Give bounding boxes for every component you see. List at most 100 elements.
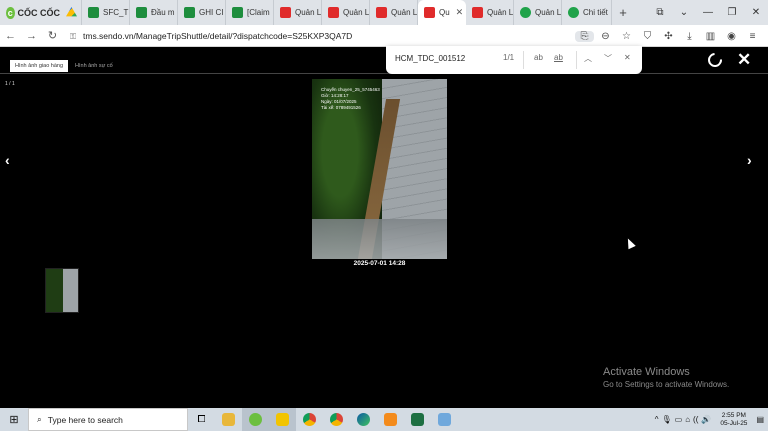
browser-tab[interactable]: Quản L — [274, 0, 322, 25]
find-match-count: 1/1 — [503, 53, 515, 62]
previous-image-icon[interactable]: ‹ — [5, 152, 10, 168]
close-tab-icon[interactable]: ✕ — [456, 7, 464, 18]
browser-tab-label: Quản L — [535, 8, 562, 17]
forward-button[interactable]: → — [21, 30, 42, 42]
viewer-divider — [0, 73, 768, 74]
browser-tab[interactable]: Qu ✕ — [418, 0, 466, 25]
zoom-icon[interactable]: ⊖ — [596, 31, 615, 42]
find-close-icon[interactable]: ✕ — [624, 53, 631, 62]
windows-start-icon[interactable]: ⊞ — [0, 413, 28, 426]
match-case-button[interactable]: ab — [534, 53, 543, 62]
app-icon[interactable] — [431, 408, 458, 431]
browser-tab[interactable]: Quản L — [466, 0, 514, 25]
next-image-icon[interactable]: › — [747, 152, 752, 168]
window-controls: ⧉ ⌄ — ❐ ✕ — [648, 0, 768, 25]
browser-tab-label: Chi tiết — [583, 8, 608, 17]
tab-search-icon[interactable]: ⌄ — [672, 7, 696, 18]
drive-favicon-icon — [66, 7, 77, 17]
app-icon[interactable] — [377, 408, 404, 431]
new-tab-button[interactable]: + — [612, 5, 634, 20]
find-divider — [523, 51, 524, 69]
browser-tab-label: [Claim — [247, 8, 270, 17]
clock[interactable]: 2:55 PM 05-Jul-25 — [720, 412, 747, 428]
browser-tab[interactable]: Quản L — [514, 0, 562, 25]
sidebar-icon[interactable]: ▥ — [701, 31, 720, 42]
browser-tab-label: Đầu m — [151, 8, 175, 17]
sheet-favicon-icon — [88, 7, 99, 18]
chevron-up-icon[interactable]: ^ — [655, 415, 659, 424]
search-icon: ⌕ — [37, 414, 42, 424]
site-info-icon[interactable]: ⚿ — [70, 32, 78, 41]
task-view-icon[interactable]: ⧠ — [188, 408, 215, 431]
whole-word-button[interactable]: ab — [554, 53, 563, 62]
browser-tab-label: Quản L — [343, 8, 370, 17]
photo-thumbnail[interactable] — [45, 268, 79, 313]
g-favicon-icon — [520, 7, 531, 18]
download-icon[interactable]: ⤓ — [680, 31, 699, 42]
close-window-button[interactable]: ✕ — [744, 7, 768, 18]
tab-incident-images[interactable]: Hình ảnh sự cố — [70, 60, 118, 72]
find-previous-icon[interactable]: ︿ — [584, 53, 592, 64]
rotate-icon[interactable] — [705, 50, 725, 70]
address-bar: ← → ↻ ⚿ tms.sendo.vn/ManageTripShuttle/d… — [0, 25, 768, 47]
browser-tab[interactable] — [60, 0, 82, 25]
photo-caption: 2025-07-01 14:28 — [353, 260, 406, 267]
browser-tab[interactable]: SFC_TI — [82, 0, 130, 25]
sheet-favicon-icon — [184, 7, 195, 18]
restore-button[interactable]: ❐ — [720, 7, 744, 18]
volume-icon[interactable]: 🔊 — [701, 415, 711, 424]
delivery-photo[interactable]: Chuyến chuyen_25_5745463 Giờ: 14:28:17 N… — [312, 79, 447, 259]
sendo-favicon-icon — [424, 7, 435, 18]
excel-icon[interactable] — [404, 408, 431, 431]
tab-delivery-images[interactable]: Hình ảnh giao hàng — [10, 60, 69, 72]
chrome-profile-icon[interactable] — [323, 408, 350, 431]
browser-tab[interactable]: Quản L — [322, 0, 370, 25]
find-in-page-icon[interactable]: ⎘ — [575, 30, 594, 42]
url-field[interactable]: ⚿ tms.sendo.vn/ManageTripShuttle/detail/… — [70, 28, 590, 44]
find-next-icon[interactable]: ﹀ — [604, 53, 612, 64]
wifi-icon[interactable]: (( — [693, 415, 698, 424]
chrome-icon[interactable] — [296, 408, 323, 431]
cast-icon[interactable]: ⧉ — [648, 7, 672, 18]
taskbar: ⊞ ⌕ Type here to search ⧠ ^ 🎙 ▭ ⌂ (( 🔊 2… — [0, 408, 768, 431]
sticky-notes-icon[interactable] — [269, 408, 296, 431]
mouse-cursor-icon — [624, 236, 636, 250]
browser-tab[interactable]: Đầu m — [130, 0, 178, 25]
watermark-subtitle: Go to Settings to activate Windows. — [603, 380, 730, 389]
notifications-icon[interactable]: ▤ — [756, 415, 764, 424]
reload-button[interactable]: ↻ — [42, 29, 63, 42]
search-placeholder: Type here to search — [47, 414, 123, 425]
edge-icon[interactable] — [350, 408, 377, 431]
profile-icon[interactable]: ◉ — [722, 31, 741, 42]
bookmark-star-icon[interactable]: ☆ — [617, 31, 636, 42]
browser-tab-label: GHI CI — [199, 8, 224, 17]
browser-tab[interactable]: Quản L — [370, 0, 418, 25]
coccoc-taskbar-icon[interactable] — [242, 408, 269, 431]
sendo-favicon-icon — [280, 7, 291, 18]
browser-tab-label: SFC_TI — [103, 8, 130, 17]
microphone-icon[interactable]: 🎙 — [661, 415, 671, 424]
shield-icon[interactable]: ⛉ — [638, 31, 657, 42]
browser-tab-label: Quản L — [487, 8, 514, 17]
taskbar-search[interactable]: ⌕ Type here to search — [28, 408, 188, 431]
extensions-icon[interactable]: ✣ — [659, 31, 678, 42]
browser-tab-label: Quản L — [391, 8, 418, 17]
browser-tab-label: Qu — [439, 8, 450, 17]
browser-brand-name: CỐC CỐC — [17, 7, 61, 18]
browser-tab[interactable]: Chi tiết — [562, 0, 612, 25]
browser-tab[interactable]: GHI CI — [178, 0, 226, 25]
browser-brand[interactable]: c CỐC CỐC — [0, 0, 60, 25]
watermark-title: Activate Windows — [603, 366, 690, 378]
viewer-tabs: Hình ảnh giao hàng Hình ảnh sự cố — [10, 60, 118, 72]
sheet-favicon-icon — [136, 7, 147, 18]
find-bar: HCM_TDC_001512 1/1 ab ab ︿ ﹀ ✕ — [386, 46, 642, 74]
network-icon[interactable]: ⌂ — [685, 415, 690, 424]
menu-icon[interactable]: ≡ — [743, 31, 762, 42]
find-input[interactable]: HCM_TDC_001512 — [395, 54, 465, 63]
back-button[interactable]: ← — [0, 30, 21, 42]
file-explorer-icon[interactable] — [215, 408, 242, 431]
battery-icon[interactable]: ▭ — [675, 415, 683, 424]
browser-tab[interactable]: [Claim — [226, 0, 274, 25]
close-viewer-icon[interactable]: ✕ — [737, 50, 751, 70]
minimize-button[interactable]: — — [696, 7, 720, 18]
